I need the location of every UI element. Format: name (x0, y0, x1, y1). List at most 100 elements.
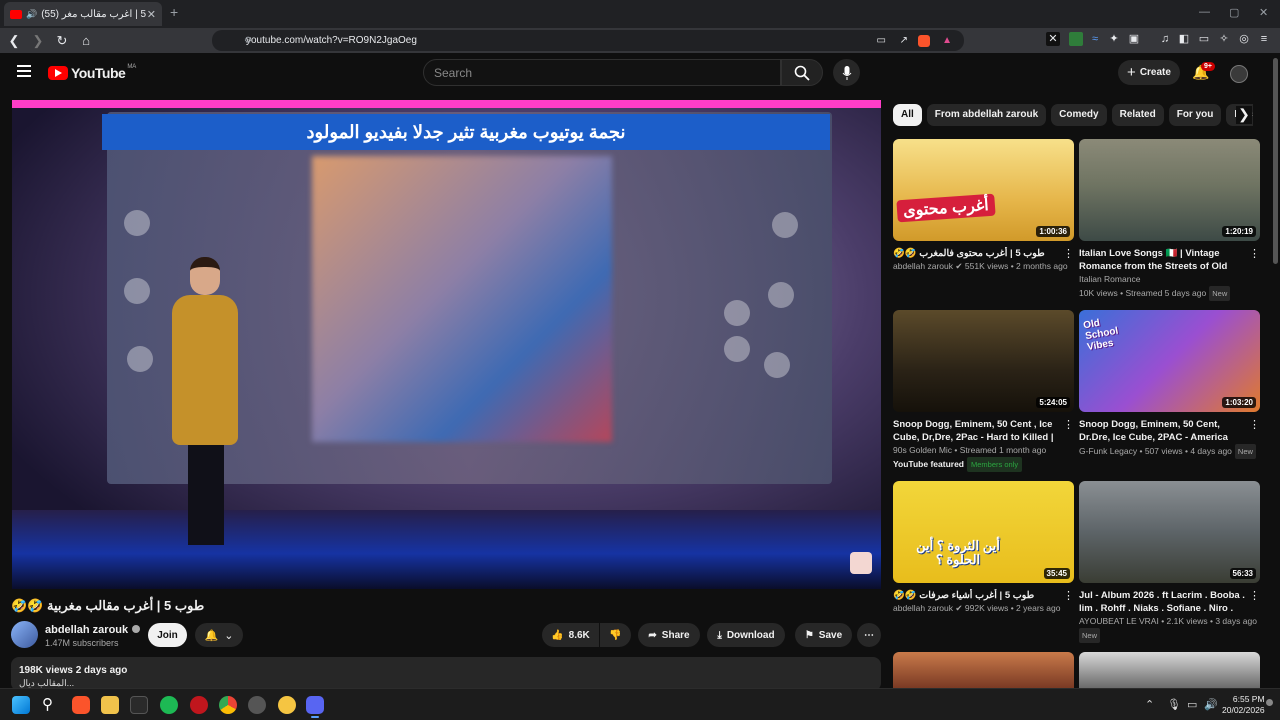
back-icon[interactable]: ❮ (4, 31, 24, 51)
spotify-icon[interactable] (160, 696, 178, 714)
sidebar-icon[interactable]: ◧ (1177, 32, 1191, 46)
video-thumbnail-partial[interactable] (893, 652, 1074, 688)
video-thumbnail[interactable]: 1:20:19 (1079, 139, 1260, 241)
site-info-icon[interactable]: ⚙ (244, 35, 252, 46)
app-icon[interactable] (130, 696, 148, 714)
channel-name[interactable]: abdellah zarouk (893, 603, 953, 613)
more-vertical-icon[interactable]: ⋮ (1249, 589, 1260, 602)
search-input[interactable]: Search (423, 59, 781, 86)
recommendation-card[interactable]: 5:24:05 Snoop Dogg, Eminem, 50 Cent , Ic… (893, 310, 1074, 472)
notification-center-icon[interactable] (1266, 699, 1273, 706)
chip-comedy[interactable]: Comedy (1051, 104, 1107, 126)
chip-from-channel[interactable]: From abdellah zarouk (926, 104, 1047, 126)
chip-all[interactable]: All (893, 104, 922, 126)
more-vertical-icon[interactable]: ⋮ (1063, 418, 1074, 431)
recommendation-card[interactable]: 56:33 Jul - Album 2026 . ft Lacrim . Boo… (1079, 481, 1260, 643)
video-thumbnail[interactable]: أين الثروة ؟ أين الحلوة ؟ 35:45 (893, 481, 1074, 583)
brave-shields-icon[interactable] (918, 34, 930, 47)
hamburger-menu-icon[interactable] (17, 65, 31, 77)
video-thumbnail[interactable]: 56:33 (1079, 481, 1260, 583)
tray-chevron-icon[interactable]: ⌃ (1145, 698, 1154, 711)
cast-icon[interactable]: ▭ (877, 35, 886, 46)
taskbar-search-icon[interactable]: ⚲ (42, 696, 60, 714)
description-box[interactable]: 198K views 2 days ago المقالب ديال... (11, 657, 881, 691)
reload-icon[interactable]: ↻ (52, 31, 72, 51)
media-icon[interactable]: ♫ (1158, 32, 1172, 46)
recommendation-card[interactable]: Old School Vibes 1:03:20 Snoop Dogg, Emi… (1079, 310, 1260, 459)
channel-name[interactable]: abdellah zarouk (45, 624, 141, 636)
channel-name[interactable]: AYOUBEAT LE VRAI (1079, 616, 1159, 626)
share-icon: ➦ (648, 629, 657, 641)
chrome-icon[interactable] (219, 696, 237, 714)
more-vertical-icon[interactable]: ⋮ (1063, 247, 1074, 260)
menu-icon[interactable]: ≡ (1257, 32, 1271, 46)
more-actions-button[interactable]: ⋯ (857, 623, 881, 647)
vpn-icon[interactable]: ◎ (1237, 32, 1251, 46)
extensions-icon[interactable]: ✦ (1107, 32, 1121, 46)
close-tab-icon[interactable]: ✕ (147, 8, 156, 21)
video-thumbnail[interactable]: 5:24:05 (893, 310, 1074, 412)
tray-mic-icon[interactable]: 🎙 (1167, 698, 1181, 711)
github-icon[interactable] (248, 696, 266, 714)
discord-icon[interactable] (306, 696, 324, 714)
recommendation-card[interactable]: أين الثروة ؟ أين الحلوة ؟ 35:45 طوب 5 | … (893, 481, 1074, 615)
chip-related[interactable]: Related (1111, 104, 1164, 126)
create-button[interactable]: + Create (1118, 60, 1180, 85)
more-horizontal-icon: ⋯ (864, 629, 874, 641)
account-avatar[interactable] (1230, 65, 1248, 83)
save-button[interactable]: ⚑ Save (795, 623, 852, 647)
forward-icon[interactable]: ❯ (28, 31, 48, 51)
download-button[interactable]: ⤓ Download (707, 623, 785, 647)
video-thumbnail[interactable]: Old School Vibes 1:03:20 (1079, 310, 1260, 412)
chat-app-icon[interactable] (278, 696, 296, 714)
game-app-icon[interactable] (190, 696, 208, 714)
youtube-logo[interactable]: YouTube MA (48, 64, 136, 81)
channel-avatar[interactable] (11, 621, 38, 648)
brave-rewards-icon[interactable]: ▲ (942, 35, 952, 46)
more-vertical-icon[interactable]: ⋮ (1249, 418, 1260, 431)
voice-search-button[interactable] (833, 59, 860, 86)
share-button[interactable]: ➦ Share (638, 623, 700, 647)
tray-network-icon[interactable]: ▭ (1187, 698, 1197, 711)
recommendation-card[interactable]: أغرب محتوى 1:00:36 طوب 5 | أغرب محتوى فا… (893, 139, 1074, 273)
like-button[interactable]: 👍 8.6K (542, 623, 599, 647)
chip-for-you[interactable]: For you (1168, 104, 1222, 126)
minimize-icon[interactable]: — (1199, 6, 1210, 18)
tray-volume-icon[interactable]: 🔊 (1204, 698, 1218, 711)
leo-ai-icon[interactable]: ✧ (1217, 32, 1231, 46)
maximize-icon[interactable]: ▢ (1229, 6, 1239, 19)
chips-next-icon[interactable]: ❯ (1236, 106, 1252, 124)
windows-start-icon[interactable] (12, 696, 30, 714)
extension-green-icon[interactable] (1069, 32, 1083, 46)
more-vertical-icon[interactable]: ⋮ (1063, 589, 1074, 602)
recommendation-card[interactable]: 1:20:19 Italian Love Songs 🇮🇹 | Vintage … (1079, 139, 1260, 301)
audio-icon[interactable]: 🔊 (26, 9, 37, 20)
address-bar[interactable]: ⚙ youtube.com/watch?v=RO9N2JgaOeg ▭ ↗ ▲ (212, 30, 964, 51)
share-page-icon[interactable]: ↗ (900, 35, 908, 46)
extension-x-icon[interactable]: ✕ (1046, 32, 1060, 46)
screen-share-icon (127, 346, 153, 372)
home-icon[interactable]: ⌂ (76, 31, 96, 51)
video-thumbnail-partial[interactable] (1079, 652, 1260, 688)
wallet-icon[interactable]: ▭ (1197, 32, 1211, 46)
channel-name[interactable]: abdellah zarouk (893, 261, 953, 271)
channel-name[interactable]: Italian Romance (1079, 273, 1260, 286)
close-window-icon[interactable]: ✕ (1259, 6, 1268, 19)
video-thumbnail[interactable]: أغرب محتوى 1:00:36 (893, 139, 1074, 241)
screenshot-icon[interactable]: ▣ (1127, 32, 1141, 46)
subscription-bell-button[interactable]: 🔔 ⌄ (195, 623, 243, 647)
brave-browser-icon[interactable] (72, 696, 90, 714)
video-player[interactable]: نجمة يوتيوب مغربية تثير جدلا بفيديو المو… (12, 100, 881, 589)
dislike-button[interactable]: 👎 (600, 623, 631, 647)
more-vertical-icon[interactable]: ⋮ (1249, 247, 1260, 260)
channel-name[interactable]: 90s Golden Mic (893, 445, 952, 455)
file-explorer-icon[interactable] (101, 696, 119, 714)
channel-name[interactable]: G-Funk Legacy (1079, 446, 1137, 456)
join-button[interactable]: Join (148, 623, 187, 647)
taskbar-clock[interactable]: 6:55 PM 20/02/2026 (1222, 694, 1265, 716)
extension-audio-icon[interactable]: ≈ (1088, 32, 1102, 46)
scrollbar-thumb[interactable] (1273, 58, 1278, 264)
browser-tab[interactable]: 🔊 (55) طوب 5 | أغرب مقالب مغر ✕ (4, 2, 162, 26)
new-tab-button[interactable]: + (170, 4, 178, 20)
search-button[interactable] (781, 59, 823, 86)
